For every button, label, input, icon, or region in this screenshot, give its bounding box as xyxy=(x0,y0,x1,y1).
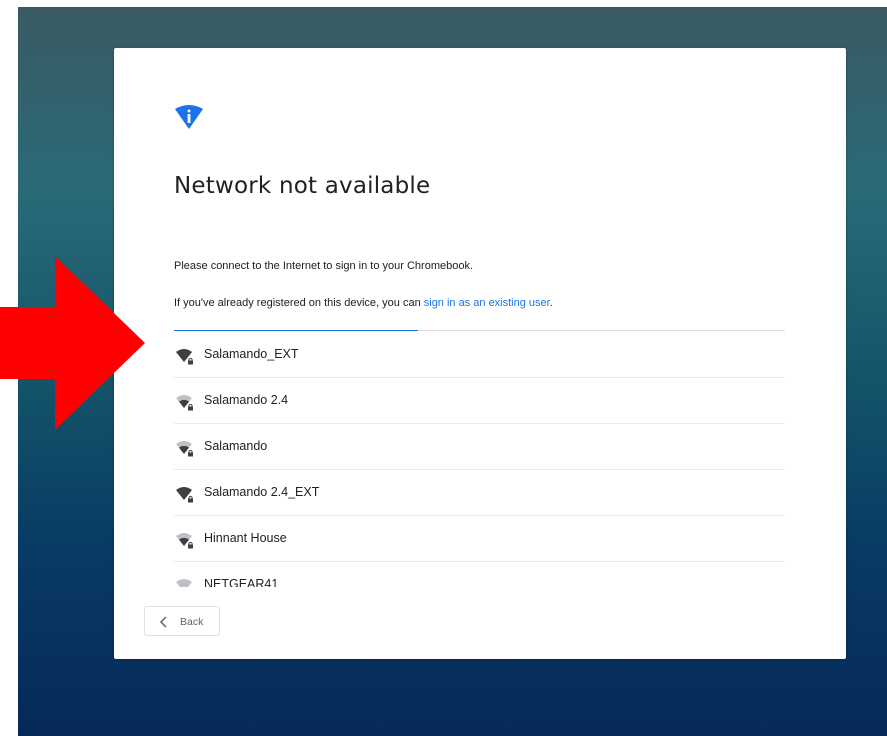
network-list[interactable]: Salamando_EXT Salamando 2.4 Salamando Salam… xyxy=(174,332,785,587)
network-name: NETGEAR41 xyxy=(204,577,279,587)
chevron-left-icon xyxy=(159,616,167,628)
network-item[interactable]: Hinnant House xyxy=(174,516,785,562)
sign-in-existing-user-link[interactable]: sign in as an existing user xyxy=(424,297,550,309)
back-button[interactable]: Back xyxy=(144,606,220,636)
wifi-secured-icon xyxy=(176,441,193,457)
existing-user-suffix: . xyxy=(549,297,553,309)
network-name: Hinnant House xyxy=(204,531,287,545)
page-title: Network not available xyxy=(174,173,431,199)
existing-user-text: If you've already registered on this dev… xyxy=(174,297,553,309)
red-arrow-icon xyxy=(0,256,145,430)
progress-fill xyxy=(174,330,419,331)
back-label: Back xyxy=(180,616,204,628)
oobe-dialog: Network not available Please connect to … xyxy=(114,48,846,659)
network-item[interactable]: Salamando 2.4 xyxy=(174,378,785,424)
wifi-secured-icon xyxy=(176,395,193,411)
connect-instructions: Please connect to the Internet to sign i… xyxy=(174,260,474,272)
network-name: Salamando 2.4_EXT xyxy=(204,485,320,499)
network-item[interactable]: Salamando_EXT xyxy=(174,332,785,378)
network-name: Salamando xyxy=(204,439,268,453)
wifi-secured-icon xyxy=(176,533,193,549)
wifi-secured-icon xyxy=(176,349,193,365)
wifi-secured-icon xyxy=(176,487,193,503)
network-item[interactable]: Salamando xyxy=(174,424,785,470)
loading-progress-bar xyxy=(174,330,785,331)
network-name: Salamando 2.4 xyxy=(204,393,289,407)
existing-user-prefix: If you've already registered on this dev… xyxy=(174,297,424,309)
wifi-info-icon xyxy=(175,105,203,129)
network-name: Salamando_EXT xyxy=(204,347,299,361)
network-item[interactable]: NETGEAR41 xyxy=(174,562,785,587)
screen-background: Network not available Please connect to … xyxy=(18,7,887,736)
wifi-icon xyxy=(176,579,192,587)
network-item[interactable]: Salamando 2.4_EXT xyxy=(174,470,785,516)
